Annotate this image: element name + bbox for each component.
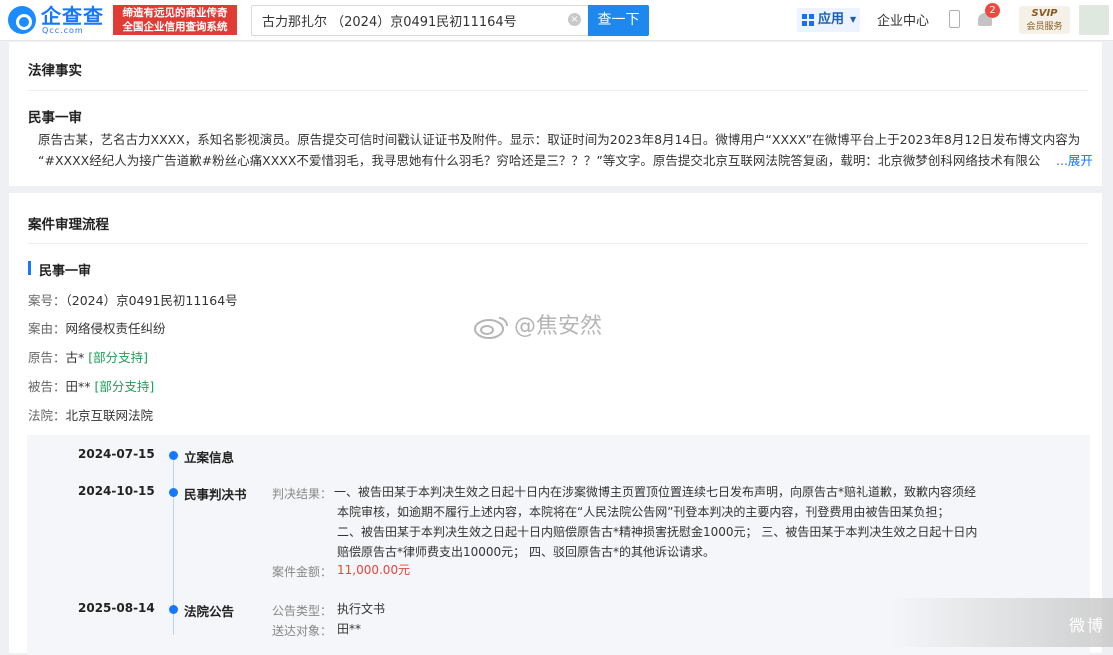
legal-facts-stage: 民事一审 — [28, 110, 82, 126]
avatar[interactable] — [1079, 5, 1109, 35]
plaintiff-support-tag[interactable]: [部分支持] — [88, 350, 148, 365]
plaintiff-row: 原告：古* [部分支持] — [28, 347, 148, 366]
app-grid-icon — [802, 14, 814, 26]
divider — [28, 90, 1088, 91]
case-number-row: 案号：（2024）京0491民初11164号 — [28, 290, 238, 309]
logo-domain: Qcc.com — [42, 26, 84, 35]
weibo-icon — [474, 317, 508, 339]
divider — [28, 243, 1088, 244]
app-menu-button[interactable]: 应用 ▼ — [797, 8, 860, 32]
judgment-line: 一、被告田某于本判决生效之日起十日内在涉案微博主页置顶位置连续七日发布声明，向原… — [334, 485, 977, 499]
court-value: 北京互联网法院 — [65, 408, 154, 423]
judgment-result-label: 判决结果： — [272, 487, 333, 501]
top-header: 企查查 Qcc.com 缔造有远见的商业传奇 全国企业信用查询系统 × 查一下 … — [0, 0, 1113, 41]
judgment-line: 本院审核，如逾期不履行上述内容，本院将在“人民法院公告网”刊登本判决的主要内容，… — [337, 505, 950, 519]
qcc-logo[interactable]: 企查查 Qcc.com — [8, 5, 108, 35]
timeline-date: 2024-07-15 — [78, 447, 155, 461]
legal-facts-title: 法律事实 — [28, 63, 82, 79]
slogan-line-2: 全国企业信用查询系统 — [122, 21, 228, 33]
search-button[interactable]: 查一下 — [588, 5, 649, 36]
corner-watermark-text: 微博 — [1068, 616, 1105, 635]
defendant-support-tag[interactable]: [部分支持] — [95, 379, 155, 394]
notification-badge: 2 — [985, 3, 1000, 18]
svip-button[interactable]: SVIP 会员服务 — [1019, 6, 1070, 34]
fact-line-1: 原告古某，艺名古力XXXX，系知名影视演员。原告提交可信时间戳认证证书及附件。显… — [38, 132, 1081, 147]
notice-type-label: 公告类型： — [272, 604, 333, 618]
cause-value: 网络侵权责任纠纷 — [65, 321, 166, 336]
notice-target-value: 田** — [337, 622, 362, 636]
stage-marker — [28, 261, 31, 275]
corner-watermark: 微博 — [888, 598, 1113, 647]
case-number-label: 案号： — [28, 293, 66, 308]
case-process-title: 案件审理流程 — [28, 217, 109, 233]
slogan-line-1: 缔造有远见的商业传奇 — [122, 7, 228, 19]
judgment-line: 赔偿原告古*律师费支出10000元； 四、驳回原告古*的其他诉讼请求。 — [337, 545, 715, 559]
timeline-dot — [169, 488, 178, 497]
svip-subtitle: 会员服务 — [1026, 22, 1063, 32]
chevron-down-icon: ▼ — [850, 15, 857, 24]
plaintiff-label: 原告： — [28, 350, 66, 365]
logo-mark-icon — [8, 6, 36, 34]
cause-label: 案由： — [28, 321, 66, 336]
enterprise-center-link[interactable]: 企业中心 — [877, 10, 929, 29]
timeline-dot — [169, 451, 178, 460]
app-label: 应用 — [818, 12, 845, 27]
fact-line-2: “#XXXX经纪人为接广告道歉#粉丝心痛XXXX不爱惜羽毛，我寻思她有什么羽毛？… — [38, 153, 1041, 168]
timeline-date: 2025-08-14 — [78, 601, 155, 615]
timeline-event[interactable]: 民事判决书 — [184, 484, 247, 503]
defendant-label: 被告： — [28, 379, 66, 394]
case-amount-label: 案件金额： — [272, 565, 333, 579]
clear-icon[interactable]: × — [568, 13, 581, 26]
judgment-result-text: 一、被告田某于本判决生效之日起十日内在涉案微博主页置顶位置连续七日发布声明，向原… — [334, 482, 1017, 562]
timeline-date: 2024-10-15 — [78, 484, 155, 498]
phone-icon[interactable] — [949, 10, 960, 28]
slogan-banner: 缔造有远见的商业传奇 全国企业信用查询系统 — [113, 5, 237, 35]
notice-target-label: 送达对象： — [272, 624, 333, 638]
cause-row: 案由：网络侵权责任纠纷 — [28, 318, 166, 337]
legal-facts-card: 法律事实 民事一审 原告古某，艺名古力XXXX，系知名影视演员。原告提交可信时间… — [9, 42, 1102, 186]
plaintiff-value: 古* — [65, 350, 85, 365]
timeline-dot — [169, 605, 178, 614]
search-input[interactable] — [260, 6, 564, 35]
judgment-line: 二、被告田某于本判决生效之日起十日内赔偿原告古*精神损害抚慰金1000元； 三、… — [337, 525, 978, 539]
case-number-value: （2024）京0491民初11164号 — [65, 293, 238, 308]
weibo-watermark: @焦安然 — [472, 308, 602, 340]
notice-type-value: 执行文书 — [337, 602, 386, 616]
legal-facts-text: 原告古某，艺名古力XXXX，系知名影视演员。原告提交可信时间戳认证证书及附件。显… — [36, 129, 1094, 171]
expand-link[interactable]: ...展开 — [1056, 150, 1093, 169]
defendant-row: 被告：田** [部分支持] — [28, 376, 154, 395]
logo-name: 企查查 — [41, 4, 104, 28]
search-box: × — [251, 5, 590, 36]
court-row: 法院：北京互联网法院 — [28, 405, 153, 424]
process-stage-title: 民事一审 — [39, 264, 92, 279]
court-label: 法院： — [28, 408, 66, 423]
case-amount-value: 11,000.00元 — [337, 563, 411, 577]
timeline-event[interactable]: 立案信息 — [184, 447, 234, 466]
defendant-value: 田** — [65, 379, 91, 394]
svip-title: SVIP — [1031, 8, 1058, 19]
timeline-event[interactable]: 法院公告 — [184, 601, 234, 620]
case-process-card: 案件审理流程 民事一审 案号：（2024）京0491民初11164号 案由：网络… — [9, 193, 1102, 655]
watermark-handle: @焦安然 — [514, 314, 603, 339]
